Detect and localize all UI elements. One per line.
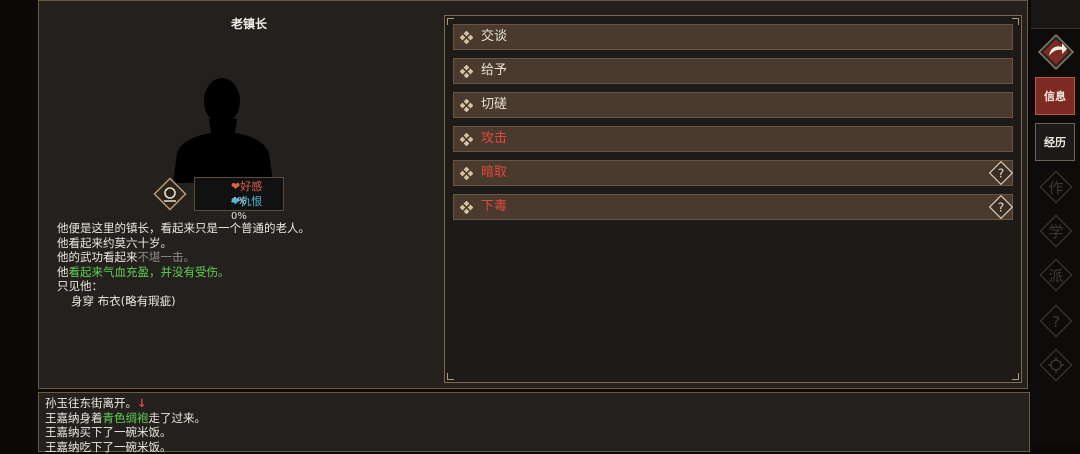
item-link[interactable]: 青色绸袍 (103, 411, 149, 425)
favor-label: ❤好感 (231, 180, 273, 194)
diamond-bullet-icon (460, 167, 473, 180)
svg-text:?: ? (998, 201, 1004, 215)
desc-line: 他的武功看起来不堪一击。 (57, 250, 310, 265)
hatred-label: ❤仇恨 (231, 195, 273, 209)
favor-heart-icon: ❤ (231, 180, 240, 193)
diamond-bullet-icon (460, 65, 473, 78)
action-label: 暗取 (481, 161, 507, 185)
diamond-bullet-icon (460, 99, 473, 112)
help-icon[interactable]: ? (987, 159, 1015, 187)
diamond-bullet-icon (460, 201, 473, 214)
relation-emblem-icon (153, 177, 187, 211)
desc-line: 只见他： (57, 279, 310, 294)
log-line: 孙玉往东街离开。↓ (45, 396, 1029, 411)
desc-line: 他便是这里的镇长，看起来只是一个普通的老人。 (57, 221, 310, 236)
return-arrow-icon[interactable] (1036, 32, 1076, 72)
action-button[interactable]: 交谈 (453, 24, 1013, 50)
tab-info[interactable]: 信息 (1035, 77, 1075, 115)
action-label: 切磋 (481, 93, 507, 117)
disabled-sect-icon: 派 (1037, 256, 1075, 294)
log-line: 王嘉纳买下了一碗米饭。 (45, 425, 1029, 440)
npc-description: 他便是这里的镇长，看起来只是一个普通的老人。 他看起来约莫六十岁。 他的武功看起… (57, 221, 310, 308)
message-log[interactable]: 孙玉往东街离开。↓ 王嘉纳身着青色绸袍走了过来。 王嘉纳买下了一碗米饭。 王嘉纳… (38, 392, 1030, 452)
svg-text:作: 作 (1048, 179, 1063, 197)
npc-portrait-silhouette (167, 73, 287, 183)
equipment-line: 身穿 布衣(略有瑕疵) (57, 294, 310, 309)
desc-line: 他看起来气血充盈，并没有受伤。 (57, 265, 310, 280)
disabled-settings-icon (1037, 346, 1075, 384)
diamond-bullet-icon (460, 31, 473, 44)
svg-text:?: ? (998, 167, 1004, 181)
disabled-learn-icon: 学 (1037, 212, 1075, 250)
action-button[interactable]: 切磋 (453, 92, 1013, 118)
help-icon[interactable]: ? (987, 193, 1015, 221)
action-button[interactable]: 暗取? (453, 160, 1013, 186)
action-button[interactable]: 下毒? (453, 194, 1013, 220)
action-label: 给予 (481, 59, 507, 83)
npc-panel: 老镇长 ❤好感 4% ❤仇恨 0% 他便是这里的镇长，看起来只是一个普通的老人。… (38, 0, 1028, 389)
disabled-help-icon: ? (1037, 302, 1075, 340)
right-sidebar: 信息 经历 作 学 派 ? (1031, 0, 1080, 446)
martial-rating: 不堪一击。 (138, 250, 196, 264)
hatred-heart-icon: ❤ (231, 195, 240, 208)
action-label: 下毒 (481, 195, 507, 219)
action-label: 交谈 (481, 25, 507, 49)
tab-history[interactable]: 经历 (1035, 123, 1075, 161)
disabled-skill-icon: 作 (1037, 168, 1075, 206)
health-status: 看起来气血充盈，并没有受伤。 (69, 265, 230, 279)
sidebar-top-bar (1031, 0, 1080, 29)
action-panel: 交谈给予切磋攻击暗取?下毒? (444, 15, 1022, 383)
svg-text:?: ? (1052, 313, 1060, 331)
desc-line: 他看起来约莫六十岁。 (57, 236, 310, 251)
log-line: 王嘉纳吃下了一碗米饭。 (45, 440, 1029, 454)
svg-text:派: 派 (1048, 267, 1063, 285)
favor-row: ❤好感 4% (231, 180, 283, 194)
scroll-down-arrow-icon[interactable]: ↓ (137, 396, 147, 410)
diamond-bullet-icon (460, 133, 473, 146)
relation-stats: ❤好感 4% ❤仇恨 0% (194, 177, 284, 211)
npc-name: 老镇长 (199, 15, 299, 32)
action-button[interactable]: 攻击 (453, 126, 1013, 152)
hatred-row: ❤仇恨 0% (231, 195, 283, 209)
action-button[interactable]: 给予 (453, 58, 1013, 84)
action-label: 攻击 (481, 127, 507, 151)
log-line: 王嘉纳身着青色绸袍走了过来。 (45, 411, 1029, 426)
svg-text:学: 学 (1048, 223, 1063, 241)
